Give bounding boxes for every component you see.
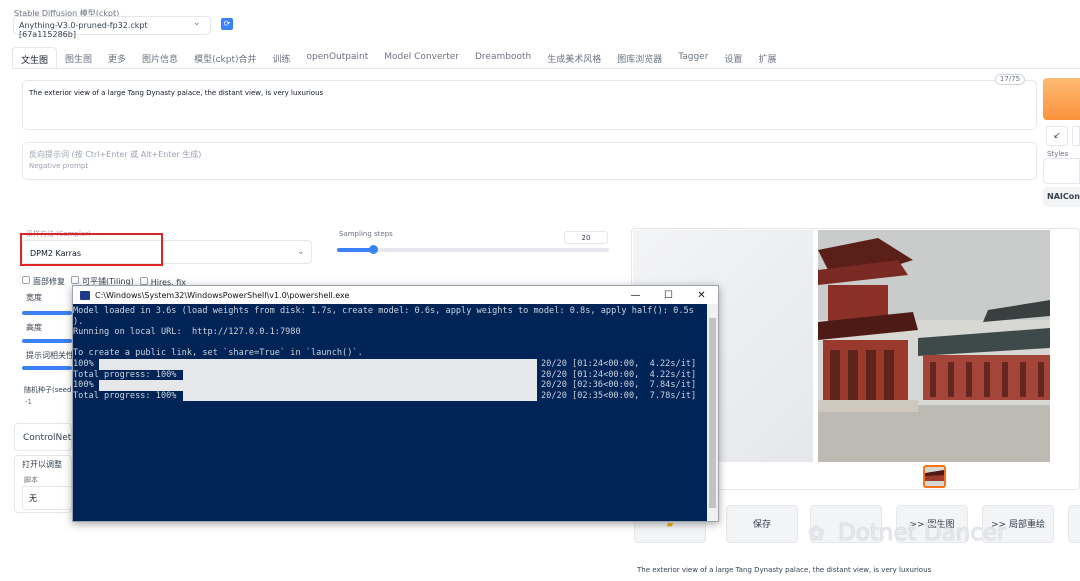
console-line: ). — [73, 316, 84, 327]
console-line: To create a public link, set `share=True… — [73, 348, 363, 359]
scrollbar-thumb[interactable] — [709, 318, 716, 508]
tab-png-info[interactable]: 图片信息 — [134, 47, 186, 69]
tab-aesthetic[interactable]: 生成美术风格 — [539, 47, 609, 69]
powershell-titlebar[interactable]: C:\Windows\System32\WindowsPowerShell\v1… — [73, 286, 718, 304]
styles-label: Styles — [1047, 150, 1069, 158]
controlnet-accordion[interactable]: ControlNet — [14, 423, 72, 451]
negative-prompt-input[interactable]: 反向提示词 (按 Ctrl+Enter 或 Alt+Enter 生成) Nega… — [22, 142, 1037, 180]
gallery-thumbnail[interactable] — [923, 465, 946, 488]
chevron-down-icon: ⌄ — [297, 247, 305, 257]
steps-label: Sampling steps — [339, 230, 393, 238]
progress-bar — [183, 390, 537, 402]
styles-select[interactable] — [1043, 158, 1080, 184]
cfg-label: 提示词相关性 — [26, 351, 74, 360]
progress-bar — [99, 359, 537, 370]
highlight-annotation — [20, 233, 163, 266]
console-progress: 20/20 [01:24<00:00, 4.22s/it] — [541, 359, 697, 369]
chevron-down-icon: ⌄ — [193, 18, 201, 28]
tab-train[interactable]: 训练 — [265, 47, 299, 69]
restore-faces-label: 面部修复 — [33, 277, 65, 286]
steps-number-input[interactable]: 20 — [564, 231, 608, 244]
script-label: 脚本 — [24, 476, 38, 484]
send-to-extras-button[interactable] — [1068, 505, 1080, 543]
close-button[interactable]: ✕ — [685, 290, 718, 301]
watermark: Dotnet Dancer — [838, 520, 1007, 546]
tab-extensions[interactable]: 扩展 — [750, 47, 784, 69]
save-button[interactable]: 保存 — [726, 505, 798, 543]
tab-openoutpaint[interactable]: openOutpaint — [299, 47, 377, 69]
tab-divider — [12, 68, 1080, 69]
tab-image-browser[interactable]: 图库浏览器 — [609, 47, 670, 69]
tab-extras[interactable]: 更多 — [100, 47, 134, 69]
wechat-icon: ✿ — [808, 521, 825, 545]
refresh-icon[interactable]: ⟳ — [221, 18, 233, 30]
progress-bar — [183, 369, 537, 381]
console-progress: 20/20 [01:24<00:00, 4.22s/it] — [541, 369, 697, 380]
console-line: Total progress: 100% — [73, 390, 177, 401]
height-slider[interactable] — [22, 339, 72, 343]
tab-img2img[interactable]: 图生图 — [57, 47, 100, 69]
progress-bar — [99, 380, 537, 391]
tab-checkpoint-merger[interactable]: 模型(ckpt)合并 — [186, 47, 264, 69]
tab-model-converter[interactable]: Model Converter — [376, 47, 467, 69]
powershell-window[interactable]: C:\Windows\System32\WindowsPowerShell\v1… — [72, 285, 719, 522]
restore-faces-checkbox[interactable]: 面部修复 — [22, 276, 65, 287]
console-line: 100% — [73, 359, 94, 369]
width-slider[interactable] — [22, 311, 72, 315]
powershell-title: C:\Windows\System32\WindowsPowerShell\v1… — [95, 290, 350, 300]
tab-dreambooth[interactable]: Dreambooth — [467, 47, 539, 69]
prompt-input[interactable]: The exterior view of a large Tang Dynast… — [22, 80, 1037, 130]
generated-image[interactable] — [818, 230, 1050, 462]
token-counter: 17/75 — [995, 74, 1025, 85]
console-line: Running on local URL: http://127.0.0.1:7… — [73, 327, 301, 338]
script-select[interactable]: 无 — [22, 486, 72, 510]
console-line: 100% — [73, 380, 94, 391]
trash-icon[interactable] — [1072, 126, 1080, 146]
minimize-button[interactable]: — — [619, 290, 652, 301]
console-line: Total progress: 100% — [73, 369, 177, 380]
arrow-icon[interactable]: ↙ — [1046, 126, 1068, 146]
seed-label: 随机种子(seed) — [24, 386, 75, 394]
console-progress: 20/20 [02:36<00:00, 7.84s/it] — [541, 380, 697, 391]
console-progress: 20/20 [02:35<00:00, 7.78s/it] — [541, 390, 697, 401]
negative-prompt-placeholder: Negative prompt — [29, 162, 89, 170]
tab-tagger[interactable]: Tagger — [670, 47, 716, 69]
cfg-slider[interactable] — [22, 366, 72, 370]
checkpoint-select[interactable]: Anything-V3.0-pruned-fp32.ckpt [67a11528… — [13, 16, 211, 39]
main-tabs: 文生图 图生图 更多 图片信息 模型(ckpt)合并 训练 openOutpai… — [12, 47, 784, 69]
powershell-output[interactable]: Model loaded in 3.6s (load weights from … — [73, 304, 706, 521]
open-adjust-label: 打开以调整 — [22, 460, 62, 469]
negative-prompt-label: 反向提示词 (按 Ctrl+Enter 或 Alt+Enter 生成) — [29, 150, 202, 159]
steps-slider-handle[interactable] — [369, 245, 378, 254]
nai-convert-button[interactable]: NAIConv — [1043, 187, 1080, 207]
generation-info: The exterior view of a large Tang Dynast… — [637, 566, 932, 574]
seed-input[interactable]: -1 — [22, 395, 72, 415]
width-label: 宽度 — [26, 293, 42, 302]
steps-slider-fill — [337, 248, 373, 252]
height-label: 高度 — [26, 323, 42, 332]
tab-settings[interactable]: 设置 — [716, 47, 750, 69]
tab-txt2img[interactable]: 文生图 — [12, 47, 58, 69]
maximize-button[interactable]: ☐ — [652, 290, 685, 301]
powershell-icon — [80, 290, 90, 300]
generate-button[interactable] — [1043, 78, 1080, 120]
console-line: Model loaded in 3.6s (load weights from … — [73, 306, 694, 316]
